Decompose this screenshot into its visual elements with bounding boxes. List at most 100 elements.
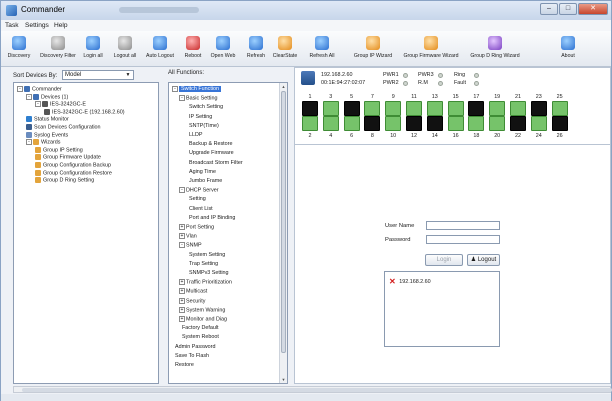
switch-port[interactable] [468, 116, 485, 131]
function-item[interactable]: Admin Password [172, 344, 215, 351]
function-item[interactable]: Client List [186, 206, 213, 213]
switch-port[interactable] [530, 101, 547, 116]
switch-port[interactable] [364, 101, 381, 116]
functions-scroll-thumb[interactable] [281, 91, 286, 353]
collapse-icon[interactable]: - [172, 86, 178, 92]
collapse-icon[interactable]: - [179, 242, 185, 249]
collapse-icon[interactable]: - [17, 86, 23, 92]
tree-item[interactable]: IES-3242GC-E (192.168.2.60) [44, 108, 125, 116]
logout-button[interactable]: ♟ Logout [467, 254, 500, 266]
toolbar-button[interactable]: Logout all [111, 34, 139, 65]
toolbar-button[interactable]: Open Web [208, 34, 238, 65]
function-item[interactable]: Upgrade Firmware [186, 150, 234, 157]
password-input[interactable] [426, 235, 500, 244]
expand-icon[interactable]: + [179, 233, 185, 240]
function-item[interactable]: + Vlan [179, 233, 197, 240]
switch-port[interactable] [447, 116, 464, 131]
menu-task[interactable]: Task [5, 22, 19, 29]
toolbar-button[interactable]: Group Firmware Wizard [403, 34, 459, 65]
switch-port[interactable] [447, 101, 464, 116]
toolbar-button[interactable]: ClearState [271, 34, 299, 65]
menu-help[interactable]: Help [54, 22, 68, 29]
tree-item[interactable]: - Commander [17, 86, 62, 93]
function-item[interactable]: Broadcast Storm Filter [186, 160, 243, 167]
function-item[interactable]: Port and IP Binding [186, 215, 235, 222]
tree-item[interactable]: Status Monitor [26, 116, 69, 123]
switch-port[interactable] [364, 116, 381, 131]
function-item[interactable]: + Monitor and Diag [179, 316, 227, 323]
switch-port[interactable] [551, 116, 568, 131]
function-item[interactable]: + System Warning [179, 306, 225, 314]
login-button[interactable]: Login [425, 254, 463, 266]
function-item[interactable]: Factory Default [179, 325, 219, 332]
switch-port[interactable] [343, 116, 360, 131]
switch-port[interactable] [385, 101, 402, 116]
expand-icon[interactable]: + [179, 316, 185, 322]
close-button[interactable]: ✕ [578, 3, 608, 15]
expand-icon[interactable]: + [179, 306, 185, 313]
function-item[interactable]: + Security [179, 297, 205, 305]
toolbar-button[interactable]: Reboot [182, 34, 204, 65]
expand-icon[interactable]: + [179, 297, 185, 304]
collapse-icon[interactable]: - [35, 101, 41, 108]
function-item[interactable]: + Multicast [179, 288, 207, 295]
tree-item[interactable]: Group Configuration Restore [35, 169, 112, 177]
function-item[interactable]: + Traffic Prioritization [179, 279, 232, 286]
scroll-up-icon[interactable]: ▲ [280, 83, 287, 90]
function-item[interactable]: SNTP(Time) [186, 123, 219, 130]
switch-port[interactable] [406, 116, 422, 131]
toolbar-button[interactable]: Refresh All [305, 34, 339, 65]
tree-item[interactable]: - Wizards [26, 139, 60, 146]
expand-icon[interactable]: + [179, 288, 185, 295]
function-item[interactable]: Switch Setting [186, 104, 223, 111]
toolbar-button[interactable]: Group IP Wizard [349, 34, 397, 65]
collapse-icon[interactable]: - [179, 187, 185, 194]
switch-port[interactable] [530, 116, 547, 131]
function-item[interactable]: LLDP [186, 132, 203, 139]
function-item[interactable]: Aging Time [186, 169, 216, 176]
switch-port[interactable] [510, 101, 526, 116]
switch-port[interactable] [406, 101, 422, 116]
horizontal-scrollbar[interactable] [13, 386, 612, 393]
switch-port[interactable] [322, 116, 339, 131]
switch-port[interactable] [426, 116, 443, 131]
function-item[interactable]: Setting [186, 196, 206, 203]
chevron-down-icon[interactable]: ▼ [124, 72, 132, 78]
tree-item[interactable]: Group D Ring Setting [35, 177, 94, 184]
user-name-input[interactable] [426, 221, 500, 230]
horizontal-scroll-thumb[interactable] [22, 388, 612, 392]
collapse-icon[interactable]: - [26, 93, 32, 100]
function-item[interactable]: Backup & Restore [186, 141, 232, 148]
function-item[interactable]: System Setting [186, 252, 225, 259]
tree-item[interactable]: - Devices (1) [26, 93, 68, 101]
tree-item[interactable]: Group Firmware Update [35, 154, 101, 161]
function-item[interactable]: + Port Setting [179, 224, 214, 231]
menu-settings[interactable]: Settings [25, 22, 49, 29]
toolbar-button[interactable]: Group D Ring Wizard [465, 34, 525, 65]
list-item[interactable]: ✕ 192.168.2.60 [389, 277, 431, 286]
switch-port[interactable] [489, 101, 506, 116]
function-item[interactable]: Jumbo Frame [186, 178, 222, 185]
switch-port[interactable] [510, 116, 526, 131]
toolbar-button[interactable]: About [558, 34, 578, 65]
function-item[interactable]: - Basic Setting [179, 95, 217, 102]
scroll-down-icon[interactable]: ▼ [280, 376, 287, 383]
switch-port[interactable] [551, 101, 568, 116]
function-item[interactable]: Trap Setting [186, 261, 218, 268]
function-item[interactable]: System Reboot [179, 334, 219, 341]
function-item[interactable]: - SNMP [179, 242, 202, 249]
switch-port[interactable] [426, 101, 443, 116]
collapse-icon[interactable]: - [179, 95, 185, 102]
switch-port[interactable] [489, 116, 506, 131]
toolbar-button[interactable]: Auto Logout [143, 34, 177, 65]
functions-scrollbar[interactable]: ▲ ▼ [279, 83, 287, 383]
tree-item[interactable]: Group IP Setting [35, 146, 83, 154]
sort-devices-select[interactable]: Model ▼ [62, 70, 134, 80]
collapse-icon[interactable]: - [26, 139, 32, 146]
toolbar-button[interactable]: Discovery Filter [39, 34, 77, 65]
switch-port[interactable] [343, 101, 360, 116]
toolbar-button[interactable]: Discovery [5, 34, 33, 65]
switch-port[interactable] [322, 101, 339, 116]
minimize-button[interactable]: – [540, 3, 558, 15]
tree-item[interactable]: Group Configuration Backup [35, 162, 111, 169]
